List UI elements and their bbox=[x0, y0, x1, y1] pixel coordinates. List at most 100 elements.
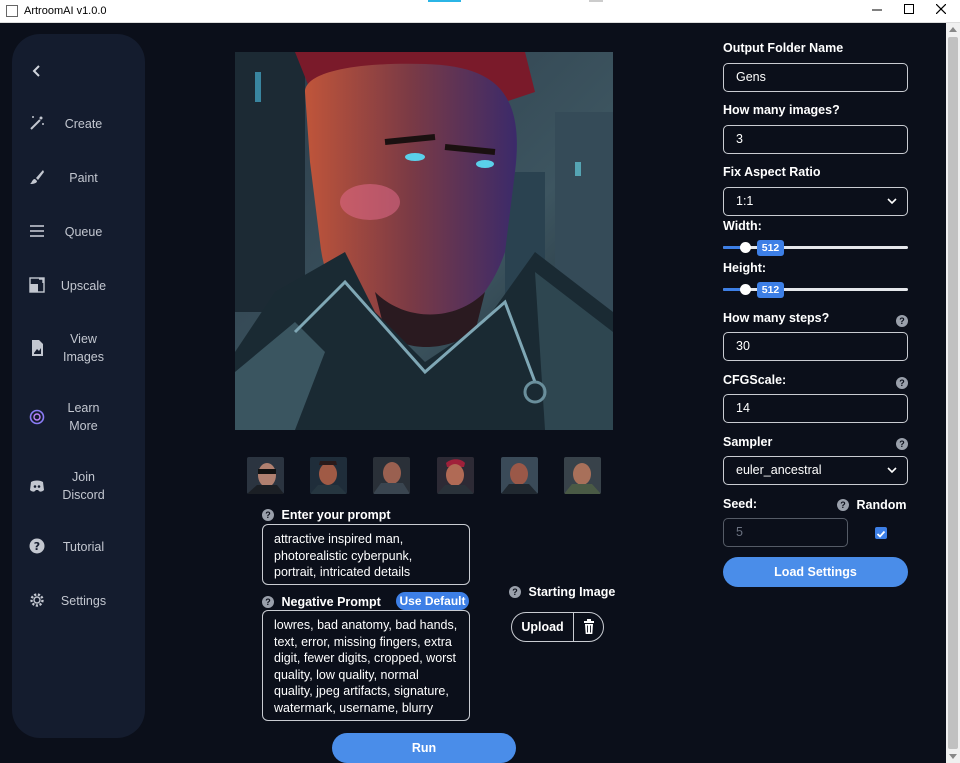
thumbnail-2[interactable] bbox=[310, 457, 347, 494]
svg-text:?: ? bbox=[34, 540, 40, 553]
upload-button[interactable]: Upload bbox=[512, 613, 574, 641]
cfg-scale-input[interactable]: 14 bbox=[723, 394, 908, 423]
prompt-textarea[interactable]: attractive inspired man, photorealistic … bbox=[262, 524, 470, 585]
help-icon[interactable]: ? bbox=[837, 499, 849, 511]
thumbnail-1[interactable] bbox=[247, 457, 284, 494]
use-default-button[interactable]: Use Default bbox=[396, 592, 469, 610]
generated-image bbox=[235, 52, 613, 430]
sidebar-item-label: View Images bbox=[63, 332, 104, 364]
num-images-label: How many images? bbox=[723, 103, 840, 117]
vertical-scrollbar[interactable] bbox=[946, 23, 960, 763]
gear-icon bbox=[30, 593, 44, 607]
titlebar-accent-secondary bbox=[589, 0, 603, 2]
sidebar-item-learn-more[interactable]: Learn More bbox=[12, 399, 145, 439]
sampler-label: Sampler bbox=[723, 435, 773, 449]
width-label: Width: bbox=[723, 219, 762, 233]
sidebar-item-label: Settings bbox=[60, 594, 107, 608]
output-folder-input[interactable]: Gens bbox=[723, 63, 908, 92]
title-bar: ArtroomAI v1.0.0 bbox=[0, 0, 960, 23]
run-button[interactable]: Run bbox=[332, 733, 516, 763]
thumbnail-5[interactable] bbox=[501, 457, 538, 494]
scroll-up-arrow[interactable] bbox=[949, 27, 957, 32]
image-file-icon bbox=[32, 340, 43, 356]
magic-wand-icon bbox=[30, 116, 44, 130]
checkmark-icon bbox=[876, 530, 886, 538]
negative-prompt-textarea[interactable]: lowres, bad anatomy, bad hands, text, er… bbox=[262, 610, 470, 721]
scrollbar-thumb[interactable] bbox=[948, 37, 958, 749]
load-settings-button[interactable]: Load Settings bbox=[723, 557, 908, 587]
seed-input[interactable]: 5 bbox=[723, 518, 848, 547]
slider-knob[interactable] bbox=[740, 284, 751, 295]
trash-icon bbox=[584, 619, 594, 634]
slider-knob[interactable] bbox=[740, 242, 751, 253]
random-label: Random bbox=[856, 498, 907, 512]
window-title: ArtroomAI v1.0.0 bbox=[24, 5, 107, 17]
maximize-button[interactable] bbox=[892, 0, 926, 22]
thumbnail-3[interactable] bbox=[373, 457, 410, 494]
sampler-help-icon[interactable]: ? bbox=[896, 438, 908, 450]
back-chevron-icon[interactable] bbox=[30, 64, 44, 78]
sidebar-item-label: Learn More bbox=[67, 401, 100, 433]
scroll-down-arrow[interactable] bbox=[949, 754, 957, 759]
question-circle-icon: ? bbox=[29, 538, 45, 554]
help-icon[interactable]: ? bbox=[262, 596, 274, 608]
cfg-scale-label: CFGScale: bbox=[723, 373, 787, 387]
aspect-ratio-label: Fix Aspect Ratio bbox=[723, 165, 821, 179]
help-icon[interactable]: ? bbox=[509, 586, 521, 598]
upscale-icon bbox=[29, 277, 45, 293]
close-icon bbox=[935, 3, 947, 15]
sidebar-item-label: Join Discord bbox=[62, 470, 105, 502]
sidebar-item-join-discord[interactable]: Join Discord bbox=[12, 468, 145, 508]
aspect-ratio-select[interactable]: 1:1 bbox=[723, 187, 908, 216]
starting-image-label: Starting Image bbox=[528, 585, 616, 599]
steps-label: How many steps? bbox=[723, 311, 830, 325]
openai-knot-icon bbox=[29, 409, 45, 425]
generated-image-art bbox=[235, 52, 613, 430]
starting-image-label-row: ? Starting Image bbox=[509, 585, 615, 599]
prompt-label: Enter your prompt bbox=[281, 508, 391, 522]
sidebar-item-tutorial[interactable]: ? Tutorial bbox=[12, 537, 145, 577]
brush-icon bbox=[30, 170, 44, 184]
steps-input[interactable]: 30 bbox=[723, 332, 908, 361]
delete-image-button[interactable] bbox=[574, 613, 604, 641]
random-checkbox[interactable] bbox=[875, 527, 887, 539]
width-value-badge: 512 bbox=[757, 240, 784, 256]
height-value-badge: 512 bbox=[757, 282, 784, 298]
sidebar-item-label: Queue bbox=[64, 225, 103, 239]
width-slider[interactable]: 512 bbox=[723, 240, 908, 256]
sidebar-item-queue[interactable]: Queue bbox=[12, 222, 145, 262]
thumbnail-4[interactable] bbox=[437, 457, 474, 494]
height-slider[interactable]: 512 bbox=[723, 282, 908, 298]
discord-icon bbox=[30, 480, 44, 492]
aspect-ratio-value: 1:1 bbox=[736, 194, 754, 208]
chevron-down-icon bbox=[887, 198, 897, 205]
sidebar-item-label: Paint bbox=[69, 171, 98, 185]
sidebar-item-label: Upscale bbox=[60, 279, 107, 293]
minimize-button[interactable] bbox=[860, 0, 894, 22]
seed-label: Seed: bbox=[723, 497, 758, 511]
sidebar-item-view-images[interactable]: View Images bbox=[12, 330, 145, 370]
random-label-row: ? Random bbox=[837, 498, 906, 512]
cfg-help-icon[interactable]: ? bbox=[896, 377, 908, 389]
sampler-select[interactable]: euler_ancestral bbox=[723, 456, 908, 485]
sidebar: Create Paint Queue Upscale View Images L… bbox=[12, 34, 145, 738]
close-button[interactable] bbox=[924, 0, 958, 22]
maximize-icon bbox=[904, 4, 914, 14]
sidebar-item-create[interactable]: Create bbox=[12, 114, 145, 154]
titlebar-accent bbox=[428, 0, 461, 2]
thumbnail-6[interactable] bbox=[564, 457, 601, 494]
sampler-value: euler_ancestral bbox=[736, 463, 822, 477]
height-label: Height: bbox=[723, 261, 767, 275]
starting-image-controls: Upload bbox=[511, 612, 604, 642]
list-icon bbox=[30, 225, 44, 237]
sidebar-item-paint[interactable]: Paint bbox=[12, 168, 145, 208]
sidebar-item-settings[interactable]: Settings bbox=[12, 591, 145, 631]
output-folder-label: Output Folder Name bbox=[723, 41, 844, 55]
sidebar-item-upscale[interactable]: Upscale bbox=[12, 276, 145, 316]
chevron-down-icon bbox=[887, 467, 897, 474]
sidebar-item-label: Tutorial bbox=[62, 540, 105, 554]
steps-help-icon[interactable]: ? bbox=[896, 315, 908, 327]
minimize-icon bbox=[872, 9, 882, 11]
num-images-input[interactable]: 3 bbox=[723, 125, 908, 154]
help-icon[interactable]: ? bbox=[262, 509, 274, 521]
